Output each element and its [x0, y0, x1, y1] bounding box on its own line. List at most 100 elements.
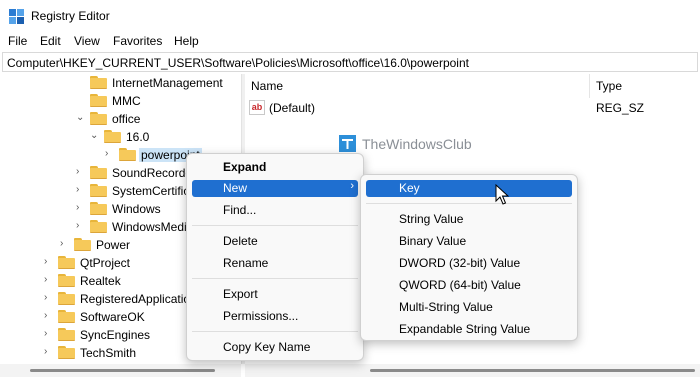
- folder-icon: [74, 238, 91, 251]
- new-submenu: Key String Value Binary Value DWORD (32-…: [360, 174, 578, 341]
- chevron-right-icon[interactable]: ›: [44, 292, 54, 304]
- chevron-right-icon[interactable]: ›: [60, 238, 70, 250]
- menu-item-label: QWORD (64-bit) Value: [399, 278, 521, 292]
- value-type: REG_SZ: [596, 101, 645, 115]
- menu-item-label: Copy Key Name: [223, 340, 311, 354]
- tree-item-label: Power: [96, 238, 131, 252]
- tree-item-label: TechSmith: [80, 346, 137, 360]
- column-header-type[interactable]: Type: [590, 74, 700, 98]
- tree-item-label: InternetManagement: [112, 76, 223, 90]
- chevron-right-icon[interactable]: ›: [44, 328, 54, 340]
- menu-item-export[interactable]: Export: [192, 286, 358, 303]
- chevron-right-icon: ›: [350, 180, 354, 192]
- menu-item-label: Rename: [223, 256, 269, 270]
- menu-item-expand[interactable]: Expand: [192, 159, 358, 176]
- menu-item-label: Export: [223, 287, 258, 301]
- chevron-down-icon[interactable]: ⌄: [76, 112, 86, 124]
- tree-horizontal-scrollbar[interactable]: [0, 364, 241, 377]
- tree-item-label: SoundRecorder: [112, 166, 197, 180]
- submenu-item-string-value[interactable]: String Value: [366, 211, 572, 228]
- address-path: Computer\HKEY_CURRENT_USER\Software\Poli…: [7, 56, 469, 70]
- tree-item-label: SyncEngines: [80, 328, 151, 342]
- registry-editor-icon: [9, 9, 24, 24]
- folder-icon: [90, 76, 107, 89]
- menu-item-label: Binary Value: [399, 234, 467, 248]
- folder-icon: [104, 130, 121, 143]
- chevron-right-icon[interactable]: ›: [44, 310, 54, 322]
- menu-view[interactable]: View: [72, 34, 102, 48]
- menu-edit[interactable]: Edit: [38, 34, 63, 48]
- folder-icon: [58, 346, 75, 359]
- submenu-item-multi-string-value[interactable]: Multi-String Value: [366, 299, 572, 316]
- menu-item-label: String Value: [399, 212, 464, 226]
- menu-item-delete[interactable]: Delete: [192, 233, 358, 250]
- column-header-label: Name: [251, 79, 284, 93]
- menu-item-copy-key-name[interactable]: Copy Key Name: [192, 339, 358, 356]
- tree-item-label: Windows: [112, 202, 161, 216]
- chevron-down-icon[interactable]: ⌄: [90, 130, 100, 142]
- submenu-item-expandable-string-value[interactable]: Expandable String Value: [366, 321, 572, 338]
- title-bar: Registry Editor: [0, 0, 700, 32]
- column-header-label: Type: [596, 79, 623, 93]
- column-header-name[interactable]: Name: [245, 74, 590, 98]
- menu-separator: [366, 203, 572, 204]
- menu-item-rename[interactable]: Rename: [192, 255, 358, 272]
- chevron-right-icon[interactable]: ›: [44, 274, 54, 286]
- tree-item-label: MMC: [112, 94, 141, 108]
- folder-icon: [90, 184, 107, 197]
- submenu-item-binary-value[interactable]: Binary Value: [366, 233, 572, 250]
- chevron-right-icon[interactable]: ›: [44, 256, 54, 268]
- chevron-right-icon[interactable]: ›: [44, 346, 54, 358]
- menu-separator: [192, 278, 358, 279]
- thewindowsclub-logo-icon: [339, 135, 356, 152]
- menu-item-label: Find...: [223, 203, 257, 217]
- menu-item-label: Expandable String Value: [399, 322, 531, 336]
- folder-icon: [90, 202, 107, 215]
- context-menu: Expand New › Find... Delete Rename Expor…: [186, 153, 364, 361]
- folder-icon: [58, 274, 75, 287]
- menu-item-label: DWORD (32-bit) Value: [399, 256, 521, 270]
- address-bar[interactable]: Computer\HKEY_CURRENT_USER\Software\Poli…: [2, 52, 698, 72]
- folder-icon: [58, 292, 75, 305]
- mouse-pointer-icon: [495, 184, 509, 205]
- scrollbar-thumb[interactable]: [370, 369, 695, 372]
- menu-item-label: Delete: [223, 234, 258, 248]
- folder-icon: [58, 328, 75, 341]
- window-title: Registry Editor: [31, 9, 110, 23]
- watermark-text: TheWindowsClub: [362, 136, 472, 152]
- folder-icon: [90, 112, 107, 125]
- menu-item-label: New: [223, 181, 248, 195]
- submenu-item-key[interactable]: Key: [366, 180, 572, 197]
- folder-icon: [90, 94, 107, 107]
- folder-icon: [58, 310, 75, 323]
- menu-item-label: Expand: [223, 160, 267, 174]
- menu-file[interactable]: File: [6, 34, 29, 48]
- values-horizontal-scrollbar[interactable]: [245, 364, 700, 377]
- menu-item-label: Permissions...: [223, 309, 299, 323]
- tree-item-label: 16.0: [126, 130, 150, 144]
- menu-favorites[interactable]: Favorites: [111, 34, 164, 48]
- value-row[interactable]: ab (Default) REG_SZ: [245, 99, 700, 117]
- chevron-right-icon[interactable]: ›: [105, 148, 115, 160]
- menu-bar: File Edit View Favorites Help: [0, 32, 700, 52]
- tree-item-label: Realtek: [80, 274, 121, 288]
- submenu-item-dword-value[interactable]: DWORD (32-bit) Value: [366, 255, 572, 272]
- chevron-right-icon[interactable]: ›: [76, 202, 86, 214]
- folder-icon: [90, 166, 107, 179]
- tree-item-label: SoftwareOK: [80, 310, 145, 324]
- chevron-right-icon[interactable]: ›: [76, 166, 86, 178]
- tree-item-label: RegisteredApplications: [80, 292, 203, 306]
- tree-item-label: office: [112, 112, 141, 126]
- value-name: (Default): [269, 101, 316, 115]
- menu-item-permissions[interactable]: Permissions...: [192, 308, 358, 325]
- menu-item-find[interactable]: Find...: [192, 202, 358, 219]
- menu-help[interactable]: Help: [172, 34, 201, 48]
- scrollbar-thumb[interactable]: [30, 369, 215, 372]
- submenu-item-qword-value[interactable]: QWORD (64-bit) Value: [366, 277, 572, 294]
- chevron-right-icon[interactable]: ›: [76, 184, 86, 196]
- chevron-right-icon[interactable]: ›: [76, 220, 86, 232]
- menu-separator: [192, 331, 358, 332]
- menu-item-new[interactable]: New ›: [192, 180, 358, 197]
- folder-icon: [90, 220, 107, 233]
- folder-icon: [119, 148, 136, 161]
